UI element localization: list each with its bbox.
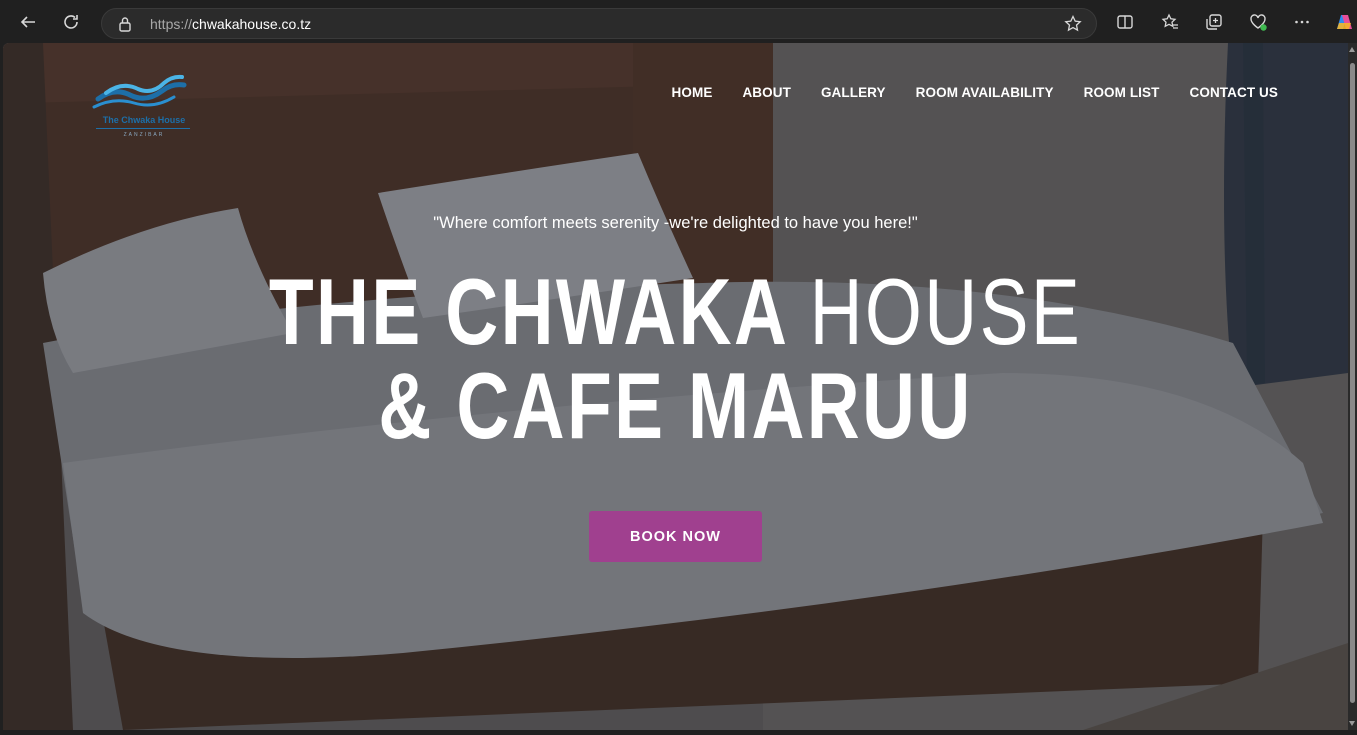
more-dots-icon	[1295, 20, 1309, 24]
scroll-down-arrow-icon[interactable]	[1349, 721, 1355, 726]
headline-line-2: & CAFE MARUU	[378, 353, 973, 458]
lock-icon	[119, 17, 131, 32]
favorite-star-icon[interactable]	[1064, 15, 1082, 33]
split-screen-button[interactable]	[1113, 10, 1137, 34]
browser-essentials-button[interactable]	[1246, 10, 1270, 34]
heart-pulse-icon	[1250, 14, 1267, 31]
scrollbar-thumb[interactable]	[1350, 63, 1355, 703]
collections-icon	[1206, 14, 1222, 30]
nav-room-list[interactable]: ROOM LIST	[1084, 85, 1160, 100]
page-scrollbar[interactable]	[1348, 43, 1357, 730]
nav-contact-us[interactable]: CONTACT US	[1190, 85, 1279, 100]
url-protocol: https://	[150, 16, 193, 32]
copilot-button[interactable]	[1332, 10, 1356, 34]
hero-tagline: "Where comfort meets serenity -we're del…	[433, 214, 918, 232]
headline-bold-part: THE CHWAKA	[268, 259, 790, 364]
headline-light-part: HOUSE	[809, 259, 1083, 364]
url-host: chwakahouse.co.tz	[192, 16, 312, 32]
nav-room-availability[interactable]: ROOM AVAILABILITY	[916, 85, 1054, 100]
back-arrow-icon	[20, 16, 35, 28]
logo-rule	[96, 128, 190, 129]
book-now-button[interactable]: BOOK NOW	[589, 511, 762, 562]
refresh-icon	[64, 15, 78, 29]
main-navigation: HOME ABOUT GALLERY ROOM AVAILABILITY ROO…	[672, 85, 1278, 100]
scroll-up-arrow-icon[interactable]	[1349, 47, 1355, 52]
more-menu-button[interactable]	[1290, 10, 1314, 34]
browser-toolbar: https://chwakahouse.co.tz	[0, 0, 1357, 44]
address-bar[interactable]: https://chwakahouse.co.tz	[101, 8, 1097, 39]
logo-subtitle: ZANZIBAR	[123, 132, 165, 138]
headline-line-1: THE CHWAKA HOUSE	[151, 265, 1200, 359]
collections-button[interactable]	[1202, 10, 1226, 34]
back-button[interactable]	[12, 6, 44, 38]
favorites-icon	[1161, 13, 1178, 29]
copilot-icon	[1337, 15, 1352, 29]
hero-headline: THE CHWAKA HOUSE & CAFE MARUU	[3, 265, 1348, 453]
wave-logo-icon	[92, 74, 187, 109]
page-viewport: The Chwaka House ZANZIBAR HOME ABOUT GAL…	[3, 43, 1348, 730]
site-logo[interactable]: The Chwaka House ZANZIBAR	[92, 73, 196, 143]
nav-about[interactable]: ABOUT	[742, 85, 791, 100]
nav-home[interactable]: HOME	[672, 85, 713, 100]
split-screen-icon	[1117, 15, 1133, 29]
logo-brand-text: The Chwaka House	[102, 115, 186, 125]
refresh-button[interactable]	[55, 6, 87, 38]
favorites-button[interactable]	[1158, 10, 1182, 34]
url-text: https://chwakahouse.co.tz	[150, 16, 311, 32]
nav-gallery[interactable]: GALLERY	[821, 85, 886, 100]
